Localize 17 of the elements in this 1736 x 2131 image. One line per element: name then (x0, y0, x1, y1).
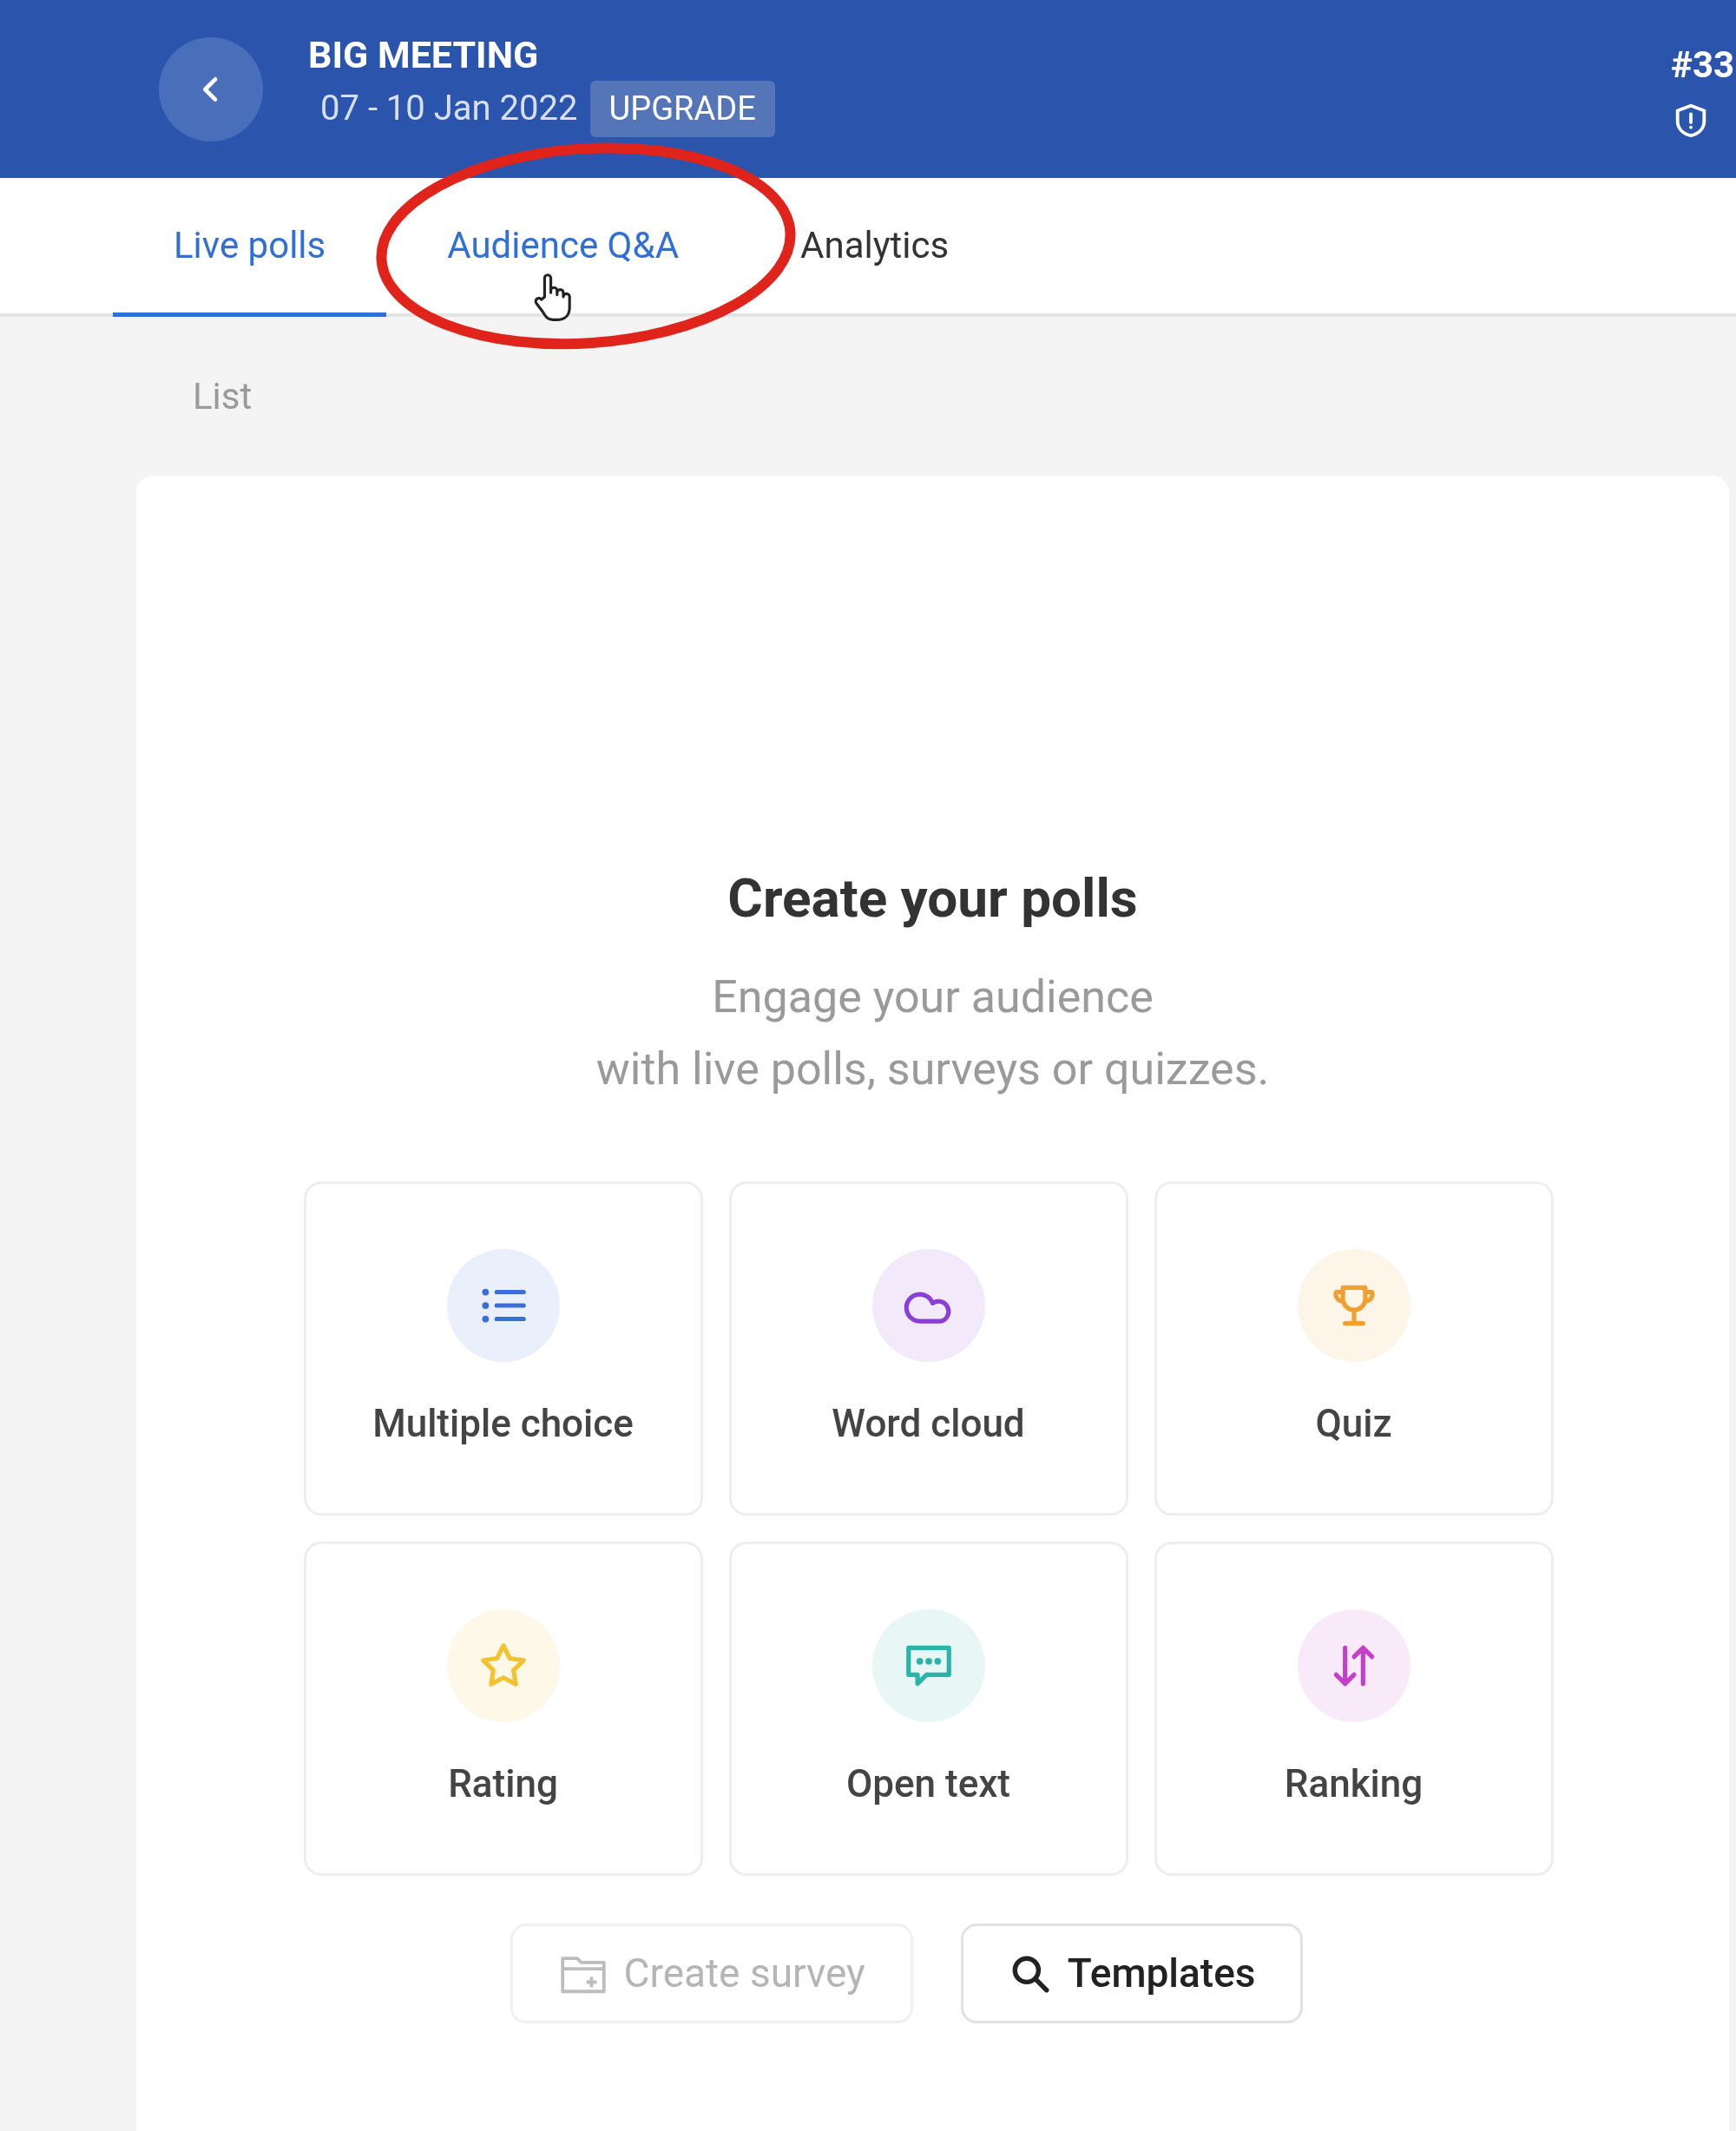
event-code: #33 (1671, 43, 1735, 88)
poll-type-tile[interactable]: Word cloud (728, 1181, 1128, 1516)
poll-type-tile[interactable]: Rating (303, 1542, 703, 1876)
action-button[interactable]: Templates (960, 1924, 1304, 2023)
empty-state-title: Create your polls (727, 865, 1138, 931)
poll-type-tile[interactable]: Quiz (1154, 1181, 1554, 1516)
poll-type-tile[interactable]: Multiple choice (303, 1181, 703, 1516)
poll-type-tile[interactable]: Open text (728, 1542, 1128, 1876)
tab[interactable]: Analytics (740, 178, 1010, 317)
event-dates: 07 - 10 Jan 2022 (320, 87, 578, 130)
upgrade-badge[interactable]: UPGRADE (589, 80, 775, 137)
event-title: BIG MEETING (308, 36, 540, 74)
section-label: List (193, 374, 253, 419)
poll-type-tile[interactable]: Ranking (1154, 1542, 1554, 1876)
empty-state-text: with live polls, surveys or quizzes. (595, 1042, 1270, 1097)
empty-state-text: Engage your audience (712, 970, 1154, 1025)
tab[interactable]: Live polls (113, 178, 387, 317)
